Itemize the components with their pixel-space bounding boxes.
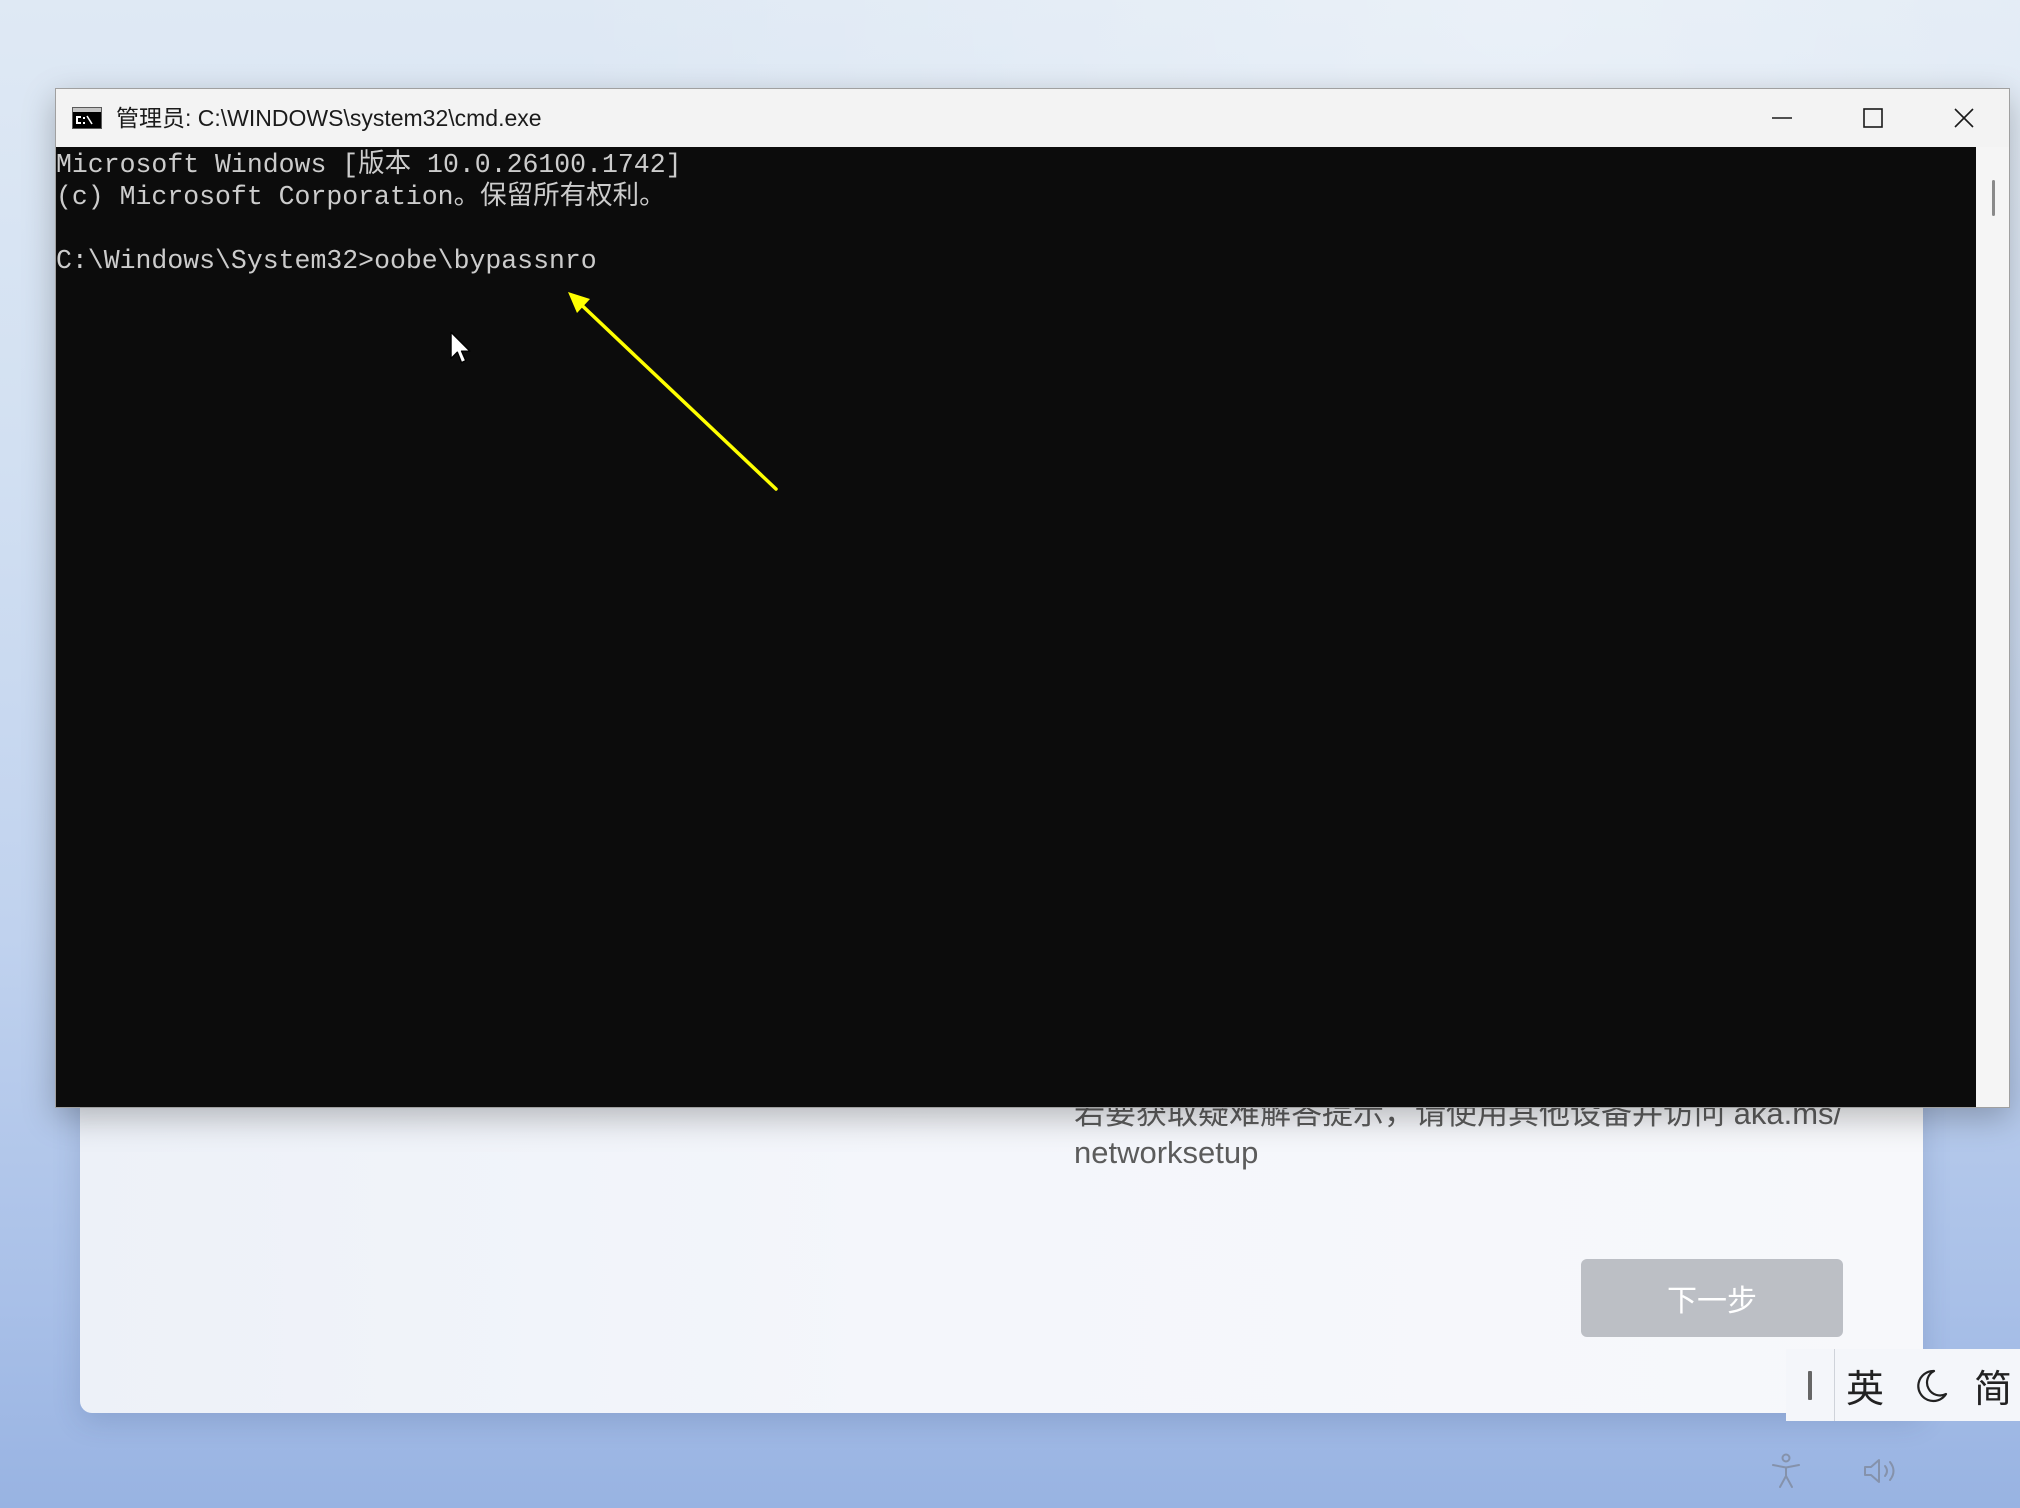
- console-output[interactable]: Microsoft Windows [版本 10.0.26100.1742] (…: [56, 147, 1976, 1107]
- console-input-line[interactable]: C:\Windows\System32>oobe\bypassnro: [56, 245, 1976, 277]
- moon-icon[interactable]: [1911, 1365, 1951, 1405]
- title-bar[interactable]: 管理员: C:\WINDOWS\system32\cmd.exe: [56, 89, 2009, 147]
- help-text-link-line: networksetup: [1074, 1135, 1259, 1170]
- minimize-icon: [1771, 117, 1792, 119]
- ime-toolbar: 英 简: [1786, 1349, 2020, 1421]
- console-line: Microsoft Windows [版本 10.0.26100.1742]: [56, 150, 682, 180]
- console-prompt: C:\Windows\System32>: [56, 246, 375, 276]
- close-button[interactable]: [1918, 89, 2009, 147]
- accessibility-icon[interactable]: [1769, 1453, 1803, 1489]
- ime-drag-handle[interactable]: [1808, 1371, 1812, 1400]
- vertical-scrollbar[interactable]: [1976, 147, 2009, 1107]
- mouse-cursor-icon: [450, 331, 471, 364]
- window-title: 管理员: C:\WINDOWS\system32\cmd.exe: [116, 105, 542, 131]
- close-icon: [1953, 108, 1974, 128]
- maximize-button[interactable]: [1827, 89, 1918, 147]
- ime-separator: [1834, 1349, 1835, 1421]
- ime-language-toggle[interactable]: 英: [1843, 1349, 1887, 1421]
- maximize-icon: [1862, 108, 1883, 128]
- ime-script-toggle[interactable]: 简: [1971, 1349, 2015, 1421]
- cmd-window[interactable]: 管理员: C:\WINDOWS\system32\cmd.exe Microso…: [55, 88, 2010, 1108]
- console-command[interactable]: oobe\bypassnro: [374, 246, 597, 276]
- volume-icon[interactable]: [1862, 1457, 1902, 1485]
- minimize-button[interactable]: [1736, 89, 1827, 147]
- cmd-icon: [72, 107, 102, 129]
- scrollbar-thumb[interactable]: [1992, 180, 1995, 216]
- next-button[interactable]: 下一步: [1581, 1259, 1843, 1337]
- console-line: (c) Microsoft Corporation。保留所有权利。: [56, 182, 666, 212]
